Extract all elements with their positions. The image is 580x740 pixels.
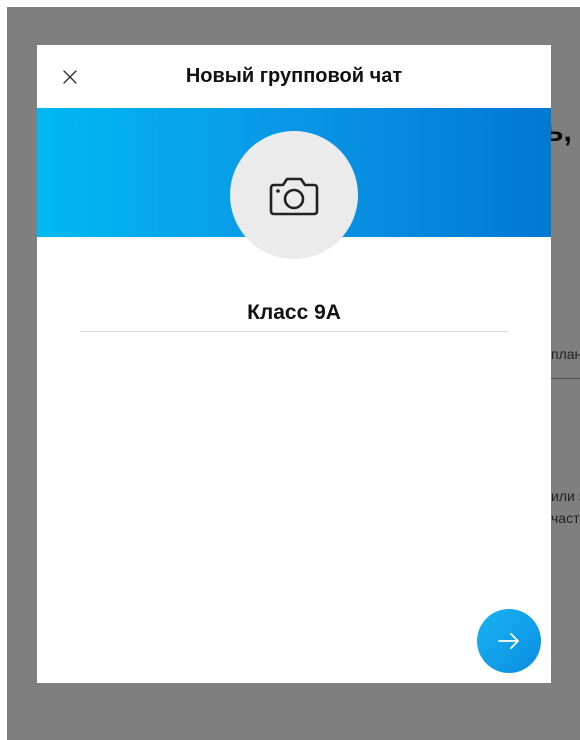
- group-avatar-button[interactable]: [230, 131, 358, 259]
- camera-icon: [269, 177, 319, 216]
- next-button[interactable]: [477, 609, 541, 673]
- group-name-value[interactable]: Класс 9А: [80, 301, 508, 325]
- dialog-title: Новый групповой чат: [185, 65, 403, 87]
- dialog-header: Новый групповой чат: [37, 45, 551, 108]
- arrow-right-icon: [498, 633, 519, 649]
- new-group-chat-dialog: Новый групповой чат Класс 9А: [37, 45, 551, 683]
- group-name-field[interactable]: Класс 9А: [80, 291, 508, 332]
